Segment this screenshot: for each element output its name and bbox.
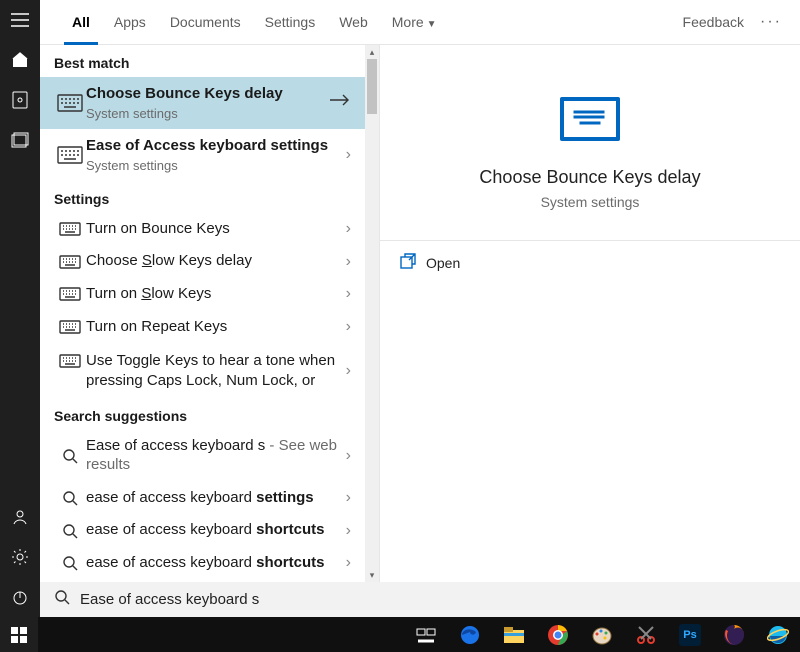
- search-icon: [54, 589, 70, 610]
- result-best-1[interactable]: Choose Bounce Keys delay System settings: [40, 77, 365, 129]
- result-setting-5[interactable]: Use Toggle Keys to hear a tone when pres…: [40, 344, 365, 399]
- result-title: ease of access keyboard shortcuts: [86, 521, 340, 540]
- chevron-right-icon: ›: [340, 220, 351, 238]
- result-title: Choose Slow Keys delay: [86, 252, 340, 271]
- result-setting-1[interactable]: Turn on Bounce Keys ›: [40, 213, 365, 246]
- tab-settings[interactable]: Settings: [253, 0, 328, 45]
- rail-pictures-button[interactable]: [0, 120, 40, 160]
- preview-title: Choose Bounce Keys delay: [479, 167, 700, 188]
- result-subtitle: System settings: [86, 106, 329, 121]
- snip-icon[interactable]: [624, 617, 668, 652]
- ie-icon[interactable]: [756, 617, 800, 652]
- chevron-down-icon: ▼: [427, 19, 437, 30]
- result-title: ease of access keyboard settings: [86, 489, 340, 508]
- chevron-right-icon: ›: [340, 362, 351, 380]
- start-rail: [0, 0, 40, 617]
- chevron-right-icon: ›: [340, 489, 351, 507]
- photoshop-icon[interactable]: Ps: [668, 617, 712, 652]
- search-panel: All Apps Documents Settings Web More▼ Fe…: [40, 0, 800, 617]
- result-title: Turn on Slow Keys: [86, 285, 340, 304]
- keyboard-icon: [54, 255, 86, 269]
- keyboard-icon: [54, 287, 86, 301]
- search-row: [40, 582, 800, 617]
- result-setting-2[interactable]: Choose Slow Keys delay ›: [40, 245, 365, 278]
- more-options-button[interactable]: ···: [754, 13, 788, 31]
- keyboard-icon: [54, 320, 86, 334]
- group-best-match: Best match: [40, 45, 365, 77]
- taskbar-icons: Ps: [404, 617, 800, 652]
- rail-documents-button[interactable]: [0, 80, 40, 120]
- result-title: Ease of Access keyboard settings: [86, 137, 340, 156]
- feedback-link[interactable]: Feedback: [673, 14, 754, 30]
- open-action[interactable]: Open: [400, 253, 780, 272]
- paint-icon[interactable]: [580, 617, 624, 652]
- group-settings: Settings: [40, 181, 365, 213]
- chevron-right-icon: ›: [340, 318, 351, 336]
- result-suggestion-1[interactable]: Ease of access keyboard s - See web resu…: [40, 430, 365, 482]
- result-title: Use Toggle Keys to hear a tone when pres…: [86, 351, 340, 392]
- result-title: Turn on Repeat Keys: [86, 318, 340, 337]
- result-title: Ease of access keyboard s - See web resu…: [86, 437, 340, 475]
- tab-all[interactable]: All: [60, 0, 102, 45]
- chevron-right-icon: ›: [340, 285, 351, 303]
- open-label: Open: [426, 255, 460, 271]
- results-list: Best match Choose Bounce Keys delay Syst…: [40, 45, 365, 582]
- tab-documents[interactable]: Documents: [158, 0, 253, 45]
- result-subtitle: System settings: [86, 158, 340, 173]
- edge-icon[interactable]: [448, 617, 492, 652]
- task-view-icon[interactable]: [404, 617, 448, 652]
- scroll-up-icon[interactable]: ▴: [365, 45, 379, 59]
- keyboard-icon: [560, 97, 620, 141]
- chevron-right-icon: ›: [340, 447, 351, 465]
- result-title: ease of access keyboard shortcuts: [86, 554, 340, 573]
- result-title: Choose Bounce Keys delay: [86, 85, 329, 104]
- arrow-right-icon: [329, 93, 351, 112]
- tab-more[interactable]: More▼: [380, 0, 449, 45]
- result-suggestion-2[interactable]: ease of access keyboard settings ›: [40, 482, 365, 515]
- settings-gear-button[interactable]: [0, 537, 40, 577]
- explorer-icon[interactable]: [492, 617, 536, 652]
- result-suggestion-3[interactable]: ease of access keyboard shortcuts ›: [40, 514, 365, 547]
- result-title: Turn on Bounce Keys: [86, 220, 340, 239]
- power-button[interactable]: [0, 577, 40, 617]
- preview-pane: Choose Bounce Keys delay System settings…: [379, 45, 800, 582]
- scroll-down-icon[interactable]: ▾: [365, 568, 379, 582]
- result-suggestion-4[interactable]: ease of access keyboard shortcuts ›: [40, 547, 365, 580]
- chevron-right-icon: ›: [340, 522, 351, 540]
- search-icon: [54, 523, 86, 539]
- preview-subtitle: System settings: [541, 194, 640, 210]
- keyboard-icon: [54, 94, 86, 112]
- results-scrollbar[interactable]: ▴ ▾: [365, 45, 379, 582]
- start-button[interactable]: [0, 617, 38, 652]
- open-icon: [400, 253, 416, 272]
- search-input[interactable]: [80, 591, 786, 608]
- hamburger-button[interactable]: [0, 0, 40, 40]
- firefox-icon[interactable]: [712, 617, 756, 652]
- result-setting-3[interactable]: Turn on Slow Keys ›: [40, 278, 365, 311]
- result-setting-4[interactable]: Turn on Repeat Keys ›: [40, 311, 365, 344]
- chevron-right-icon: ›: [340, 554, 351, 572]
- search-icon: [54, 490, 86, 506]
- keyboard-icon: [54, 222, 86, 236]
- chevron-right-icon: ›: [340, 146, 351, 164]
- filter-tabs: All Apps Documents Settings Web More▼ Fe…: [40, 0, 800, 45]
- taskbar: Ps: [0, 617, 800, 652]
- group-suggestions: Search suggestions: [40, 398, 365, 430]
- chrome-icon[interactable]: [536, 617, 580, 652]
- tab-web[interactable]: Web: [327, 0, 380, 45]
- tab-apps[interactable]: Apps: [102, 0, 158, 45]
- search-icon: [54, 448, 86, 464]
- chevron-right-icon: ›: [340, 253, 351, 271]
- keyboard-icon: [54, 146, 86, 164]
- keyboard-icon: [54, 354, 86, 368]
- home-button[interactable]: [0, 40, 40, 80]
- scroll-thumb[interactable]: [367, 59, 377, 114]
- search-icon: [54, 555, 86, 571]
- account-button[interactable]: [0, 497, 40, 537]
- result-best-2[interactable]: Ease of Access keyboard settings System …: [40, 129, 365, 181]
